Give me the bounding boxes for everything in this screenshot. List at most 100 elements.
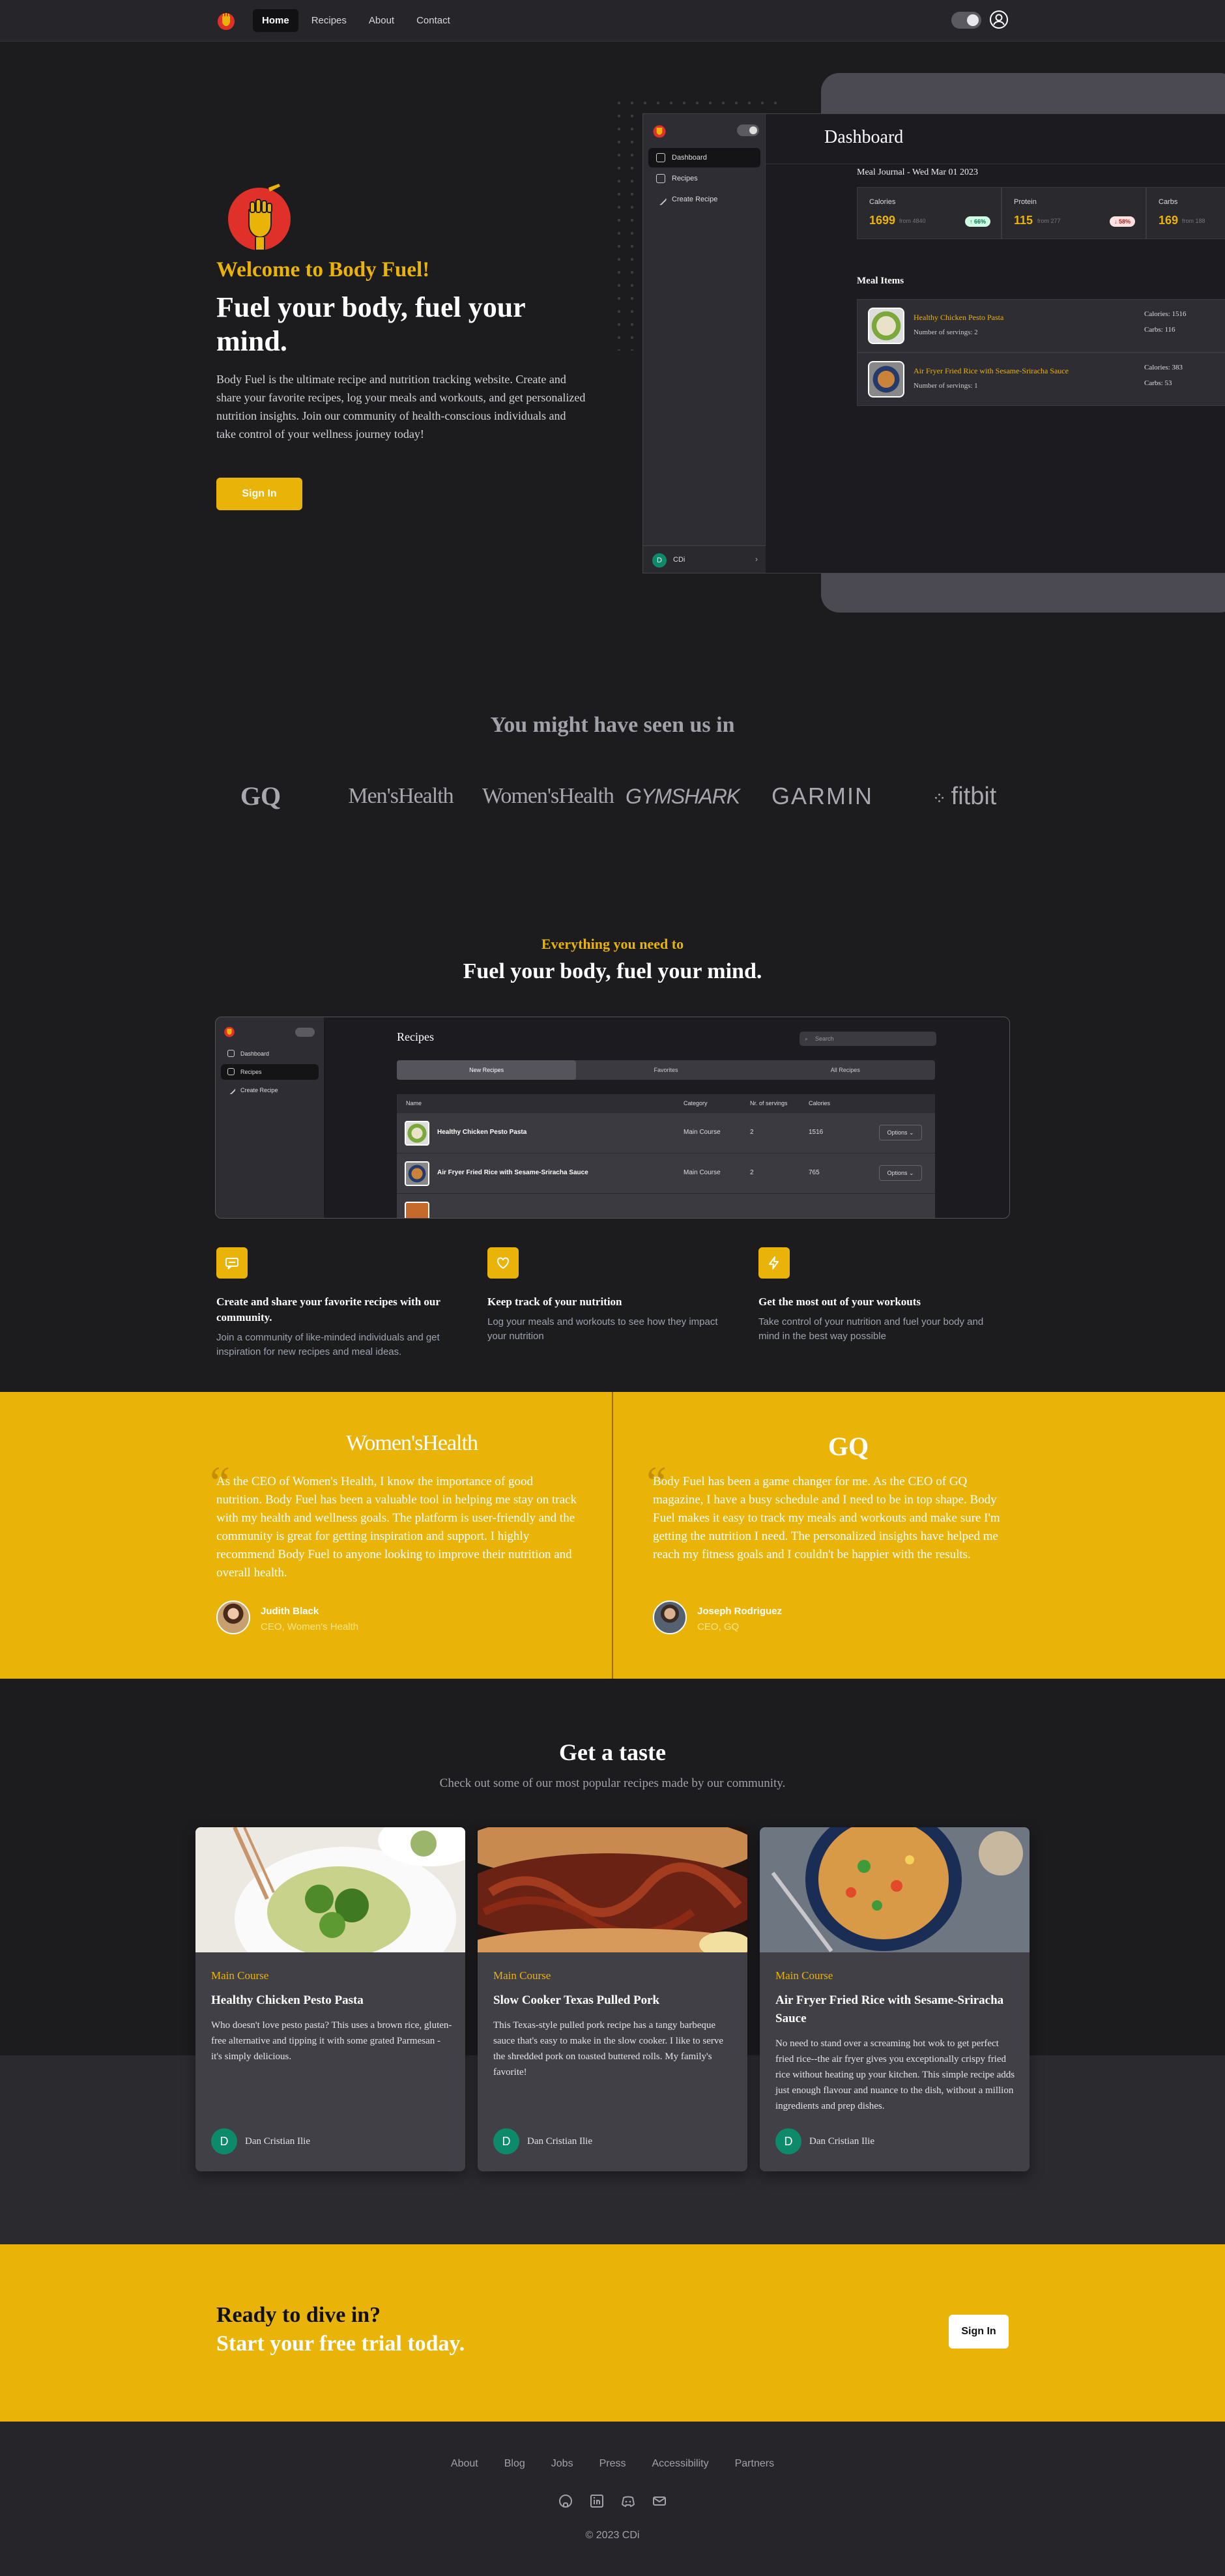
mock-sidebar-label: Recipes [672,175,698,182]
recipe-author: Dan Cristian Ilie [245,2136,310,2147]
fried-rice-thumbnail [868,361,904,398]
row-name: Healthy Chicken Pesto Pasta [437,1129,527,1136]
home-icon [227,1050,235,1057]
testimonial-role: CEO, Women's Health [261,1621,359,1632]
mock-sidebar: Dashboard Recipes Create Recipe D CDi › [643,114,766,573]
top-nav: Home Recipes About Contact [0,0,1225,42]
nav-home[interactable]: Home [253,9,298,32]
fried-rice-thumbnail [405,1161,429,1186]
stat-label: Calories [869,198,896,206]
footer-link-about[interactable]: About [451,2458,478,2470]
stat-value: 169 [1159,214,1179,227]
nav-recipes[interactable]: Recipes [302,9,356,32]
feature-text: Take control of your nutrition and fuel … [758,1316,984,1342]
mock-journal-date: Meal Journal - Wed Mar 01 2023 [857,167,979,177]
body-fuel-logo-icon[interactable] [216,10,236,31]
hero-title: Fuel your body, fuel your mind. [216,291,525,357]
footer-social [0,2493,1225,2509]
mock-stat-protein: Protein 115 from 277 ↓ 58% [1002,187,1146,239]
meal-title: Healthy Chicken Pesto Pasta [914,313,1004,322]
footer-link-jobs[interactable]: Jobs [551,2458,573,2470]
mock-logo-icon [653,125,666,138]
page: Home Recipes About Contact Welcome to Bo… [0,0,1225,2576]
meal-servings: Number of servings: 1 [914,382,978,390]
footer-link-blog[interactable]: Blog [504,2458,525,2470]
mock-stat-calories: Calories 1699 from 4840 ↑ 66% [857,187,1002,239]
row-category: Main Course [684,1129,721,1136]
linkedin-icon[interactable] [589,2493,605,2509]
chat-icon [216,1247,248,1279]
footer-link-partners[interactable]: Partners [735,2458,774,2470]
recipe-category: Main Course [775,1969,833,1982]
user-account-icon[interactable] [989,10,1009,29]
stat-badge: ↑ 66% [964,216,990,227]
mock-sidebar-label: Create Recipe [240,1087,278,1093]
pencil-icon [654,193,667,206]
nav-contact[interactable]: Contact [407,9,459,32]
row-options-button: Options ⌄ [879,1165,922,1181]
meal-carbs: Carbs: 53 [1144,379,1172,387]
seen-title: You might have seen us in [490,713,735,737]
footer-link-accessibility[interactable]: Accessibility [652,2458,708,2470]
mock-dashboard-title: Dashboard [824,127,904,147]
mock-stat-carbs: Carbs 169 from 188 [1146,187,1225,239]
stat-value: 1699 [869,214,896,227]
tab-favorites: Favorites [654,1067,678,1073]
theme-toggle[interactable] [951,12,981,29]
document-icon [656,174,665,183]
meal-carbs: Carbs: 116 [1144,326,1175,334]
fitbit-dots-icon: ⁘ [932,789,951,808]
stat-from: from 277 [1037,218,1061,224]
dashboard-mock: Dashboard Recipes Create Recipe D CDi › … [642,113,1225,573]
row-servings: 2 [750,1129,754,1136]
stat-from: from 188 [1182,218,1205,224]
brand-logo-gq: GQ [240,781,281,811]
nav-about[interactable]: About [360,9,403,32]
recipe-image-pesto-pasta [195,1827,465,1952]
table-row: Healthy Chicken Pesto Pasta Main Course … [397,1112,935,1153]
brand-logo-womens-health: Women'sHealth [482,784,614,808]
meal-calories: Calories: 383 [1144,364,1183,371]
mail-icon[interactable] [652,2493,667,2509]
brand-logo-fitbit: ⁘ fitbit [912,778,1016,815]
cta-sign-in-button[interactable]: Sign In [949,2315,1009,2349]
mock-user-name: CDi [673,556,685,564]
recipe-title[interactable]: Slow Cooker Texas Pulled Pork [493,1991,734,2010]
recipe-card[interactable]: Main Course Air Fryer Fried Rice with Se… [760,1827,1030,2171]
mock-sidebar-create: Create Recipe [648,190,760,209]
taste-subtitle: Check out some of our most popular recip… [439,1776,786,1790]
testimonial-quote: As the CEO of Women's Health, I know the… [216,1475,577,1580]
pencil-icon [225,1084,237,1095]
testimonial-quote: Body Fuel has been a game changer for me… [653,1475,1000,1561]
chevron-down-icon: ⌄ [909,1170,914,1176]
recipes-mock-tabs: New Recipes Favorites All Recipes [397,1060,935,1080]
brand-logo-gymshark: GYMSHARK [626,785,740,808]
footer-link-press[interactable]: Press [599,2458,626,2470]
hero-sign-in-button[interactable]: Sign In [216,478,302,510]
testimonial-name: Judith Black [261,1606,319,1617]
feature-text: Join a community of like-minded individu… [216,1332,440,1357]
github-icon[interactable] [558,2493,573,2509]
options-label: Options [887,1170,908,1176]
mock-sidebar-dashboard: Dashboard [221,1046,319,1062]
discord-icon[interactable] [620,2493,636,2509]
recipe-title[interactable]: Healthy Chicken Pesto Pasta [211,1991,452,2010]
heart-icon [487,1247,519,1279]
avatar [216,1600,250,1634]
recipe-title[interactable]: Air Fryer Fried Rice with Sesame-Srirach… [775,1991,1016,2028]
pasta-thumbnail [405,1121,429,1146]
testimonial-brand-logo: GQ [828,1432,869,1461]
mock-sidebar-label: Recipes [240,1069,262,1075]
mock-theme-toggle [737,124,759,136]
recipe-card[interactable]: Main Course Healthy Chicken Pesto Pasta … [195,1827,465,2171]
mock-meal-items-heading: Meal Items [857,276,904,286]
recipe-card[interactable]: Main Course Slow Cooker Texas Pulled Por… [478,1827,747,2171]
row-calories: 1516 [809,1129,824,1136]
mock-meal-item: Air Fryer Fried Rice with Sesame-Srirach… [857,353,1225,406]
feature-card-share: Create and share your favorite recipes w… [216,1247,464,1359]
fitbit-wordmark: fitbit [951,783,997,810]
column-header-servings: Nr. of servings [750,1100,788,1107]
recipes-mock: Dashboard Recipes Create Recipe Recipes … [215,1017,1010,1219]
hero-description: Body Fuel is the ultimate recipe and nut… [216,373,586,441]
stat-label: Carbs [1159,198,1178,206]
